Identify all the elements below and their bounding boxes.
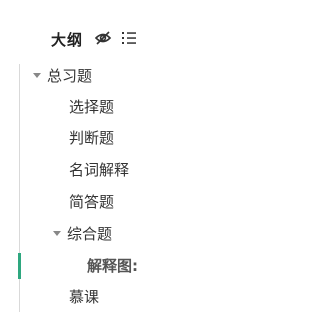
outline-node-label: 综合题 xyxy=(67,225,113,243)
expand-caret-icon[interactable] xyxy=(33,73,41,78)
outline-node-jieshitu[interactable]: 解释图: xyxy=(87,256,138,276)
outline-node-panduanti[interactable]: 判断题 xyxy=(69,128,114,148)
outline-node-label: 判断题 xyxy=(69,129,115,147)
outline-node-label: 简答题 xyxy=(69,193,115,211)
active-item-marker xyxy=(18,253,21,279)
outline-header: 大纲 xyxy=(0,0,201,60)
outline-node-jiandati[interactable]: 简答题 xyxy=(69,192,114,212)
outline-title: 大纲 xyxy=(51,31,84,49)
outline-node-label: 解释图: xyxy=(87,257,138,275)
outline-panel: 大纲 总习题 选择题 判断题 名词解释 简答题 综合题 解释图: 慕课 xyxy=(0,0,201,320)
outline-node-mingcijieshi[interactable]: 名词解释 xyxy=(69,160,129,180)
outline-node-label: 名词解释 xyxy=(69,161,130,179)
outline-node-label: 选择题 xyxy=(69,98,115,116)
outline-node-zongheti[interactable]: 综合题 xyxy=(53,224,112,244)
outline-node-label: 慕课 xyxy=(69,288,100,306)
outline-node-zongxiti[interactable]: 总习题 xyxy=(33,66,92,86)
eye-off-icon[interactable] xyxy=(94,29,112,47)
outline-tree: 总习题 选择题 判断题 名词解释 简答题 综合题 解释图: 慕课 xyxy=(0,60,201,320)
outline-node-muke[interactable]: 慕课 xyxy=(69,287,99,307)
expand-caret-icon[interactable] xyxy=(53,231,61,236)
list-icon[interactable] xyxy=(121,30,139,46)
outline-node-label: 总习题 xyxy=(47,67,93,85)
outline-node-xuanzeti[interactable]: 选择题 xyxy=(69,97,114,117)
